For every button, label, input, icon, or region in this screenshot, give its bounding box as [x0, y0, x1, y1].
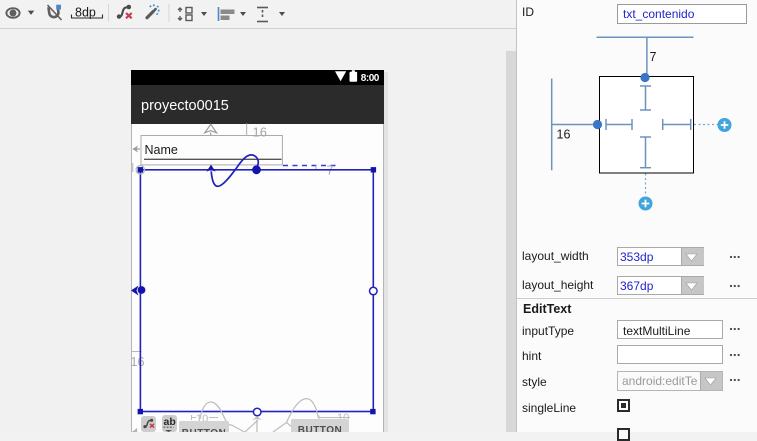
- svg-text:16: 16: [253, 125, 267, 140]
- svg-text:16: 16: [557, 128, 571, 142]
- svg-text:8dp: 8dp: [75, 6, 96, 20]
- svg-text:Name: Name: [145, 143, 178, 157]
- svg-text:16: 16: [131, 355, 145, 369]
- svg-text:ab: ab: [164, 416, 176, 428]
- svg-text:7: 7: [650, 50, 657, 64]
